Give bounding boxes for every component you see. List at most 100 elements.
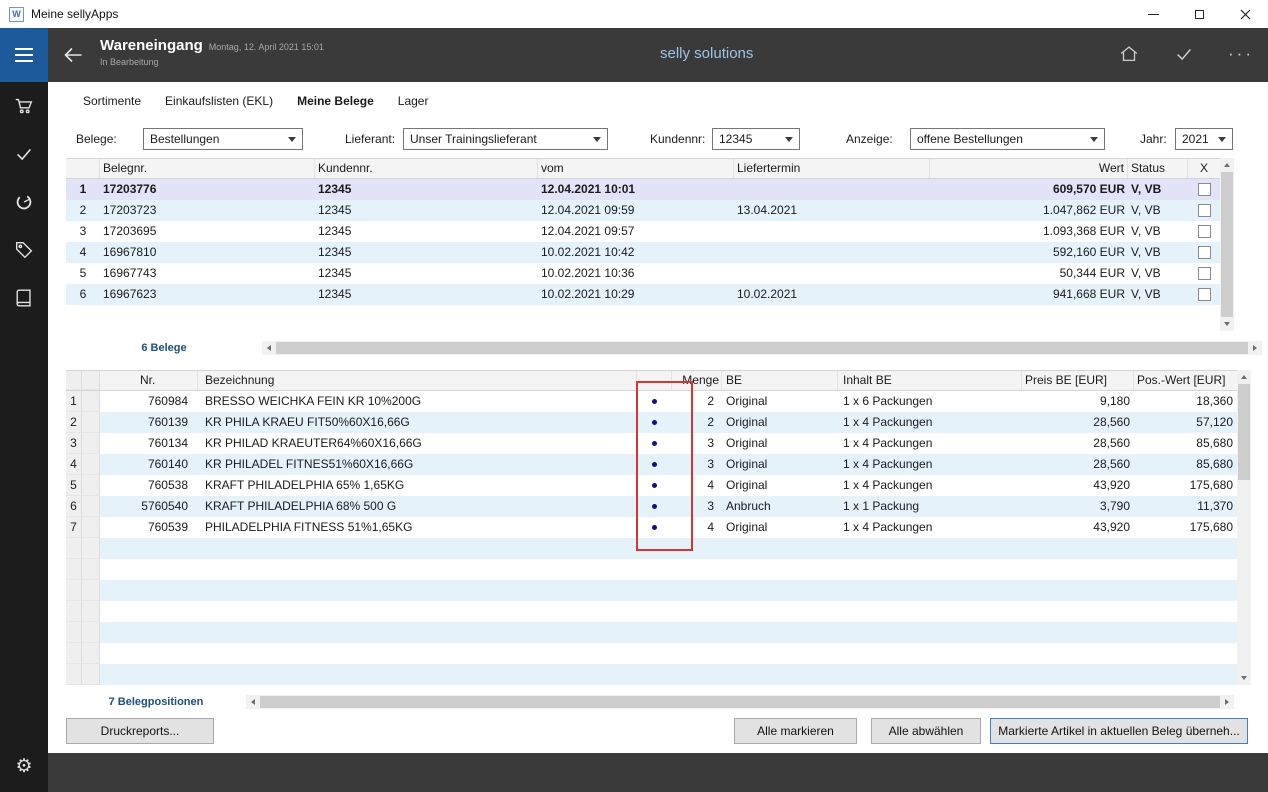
druckreports-button[interactable]: Druckreports... bbox=[66, 718, 214, 744]
pos-wert-cell bbox=[1134, 622, 1237, 643]
column-header-x[interactable]: X bbox=[1188, 159, 1220, 178]
row-checkbox[interactable] bbox=[1198, 246, 1211, 259]
pos-wert-cell: 18,360 bbox=[1134, 391, 1237, 412]
menge-cell: 2 bbox=[672, 412, 722, 433]
column-header-menge[interactable]: Menge bbox=[672, 371, 722, 390]
dot-cell bbox=[637, 475, 672, 496]
pie-chart-icon bbox=[13, 191, 35, 213]
scroll-right-button[interactable] bbox=[1248, 341, 1262, 355]
position-row[interactable]: 3760134KR PHILAD KRAEUTER64%60X16,66G3Or… bbox=[66, 433, 1237, 454]
sidebar-item-prices[interactable] bbox=[0, 226, 48, 274]
sidebar-item-cart[interactable] bbox=[0, 82, 48, 130]
scrollbar-thumb[interactable] bbox=[1221, 172, 1233, 317]
position-row[interactable]: 4760140KR PHILADEL FITNES51%60X16,66G3Or… bbox=[66, 454, 1237, 475]
sidebar-item-settings[interactable]: ⚙ bbox=[0, 742, 48, 790]
anzeige-value: offene Bestellungen bbox=[917, 132, 1023, 146]
gear-icon: ⚙ bbox=[15, 755, 32, 778]
column-header-wert[interactable]: Wert bbox=[930, 159, 1128, 178]
positions-table: Nr. Bezeichnung Menge BE Inhalt BE Preis… bbox=[66, 370, 1251, 685]
marker-cell bbox=[82, 643, 100, 664]
order-row[interactable]: 2172037231234512.04.2021 09:5913.04.2021… bbox=[66, 200, 1220, 221]
jahr-dropdown[interactable]: 2021 bbox=[1175, 128, 1233, 150]
orders-horizontal-scrollbar[interactable] bbox=[262, 341, 1262, 355]
column-header-pos-wert[interactable]: Pos.-Wert [EUR] bbox=[1134, 371, 1237, 390]
order-row[interactable]: 1172037761234512.04.2021 10:01609,570 EU… bbox=[66, 179, 1220, 200]
tab-sortimente[interactable]: Sortimente bbox=[83, 94, 141, 108]
menu-button[interactable] bbox=[0, 28, 48, 82]
minimize-icon bbox=[1148, 14, 1159, 15]
column-header-liefertermin[interactable]: Liefertermin bbox=[734, 159, 930, 178]
column-header-status[interactable]: Status bbox=[1128, 159, 1188, 178]
order-row[interactable]: 5169677431234510.02.2021 10:3650,344 EUR… bbox=[66, 263, 1220, 284]
position-row[interactable]: 5760538KRAFT PHILADELPHIA 65% 1,65KG4Ori… bbox=[66, 475, 1237, 496]
dot-cell bbox=[637, 559, 672, 580]
row-number: 4 bbox=[66, 454, 82, 475]
scrollbar-thumb[interactable] bbox=[1238, 384, 1250, 480]
alle-markieren-button[interactable]: Alle markieren bbox=[734, 718, 857, 744]
kundennr-dropdown[interactable]: 12345 bbox=[712, 128, 800, 150]
position-row[interactable]: 7760539PHILADELPHIA FITNESS 51%1,65KG4Or… bbox=[66, 517, 1237, 538]
be-cell bbox=[722, 664, 838, 685]
back-button[interactable] bbox=[61, 43, 85, 67]
column-header-be[interactable]: BE bbox=[722, 371, 838, 390]
more-button[interactable]: ··· bbox=[1228, 48, 1254, 62]
scroll-down-button[interactable] bbox=[1237, 671, 1251, 685]
order-row[interactable]: 4169678101234510.02.2021 10:42592,160 EU… bbox=[66, 242, 1220, 263]
column-header-preis-be[interactable]: Preis BE [EUR] bbox=[1022, 371, 1134, 390]
bezeichnung-cell: KRAFT PHILADELPHIA 65% 1,65KG bbox=[198, 475, 637, 496]
tab-lager[interactable]: Lager bbox=[398, 94, 429, 108]
scroll-up-button[interactable] bbox=[1220, 158, 1234, 172]
content-area: Sortimente Einkaufslisten (EKL) Meine Be… bbox=[48, 82, 1268, 753]
liefertermin-cell: 13.04.2021 bbox=[734, 200, 930, 221]
position-row[interactable]: 65760540KRAFT PHILADELPHIA 68% 500 G3Anb… bbox=[66, 496, 1237, 517]
status-dot bbox=[652, 441, 657, 446]
sidebar-item-reports[interactable] bbox=[0, 178, 48, 226]
row-checkbox[interactable] bbox=[1198, 267, 1211, 280]
titlebar: W Meine sellyApps bbox=[0, 0, 1268, 28]
column-header-vom[interactable]: vom bbox=[538, 159, 734, 178]
confirm-button[interactable] bbox=[1173, 43, 1195, 68]
anzeige-dropdown[interactable]: offene Bestellungen bbox=[910, 128, 1105, 150]
scrollbar-thumb[interactable] bbox=[276, 342, 1248, 354]
column-header-belegnr[interactable]: Belegnr. bbox=[100, 159, 315, 178]
scroll-up-button[interactable] bbox=[1237, 370, 1251, 384]
close-button[interactable] bbox=[1222, 0, 1268, 28]
app-window: W Meine sellyApps ⚙ bbox=[0, 0, 1268, 792]
orders-vertical-scrollbar[interactable] bbox=[1220, 158, 1234, 331]
positions-vertical-scrollbar[interactable] bbox=[1237, 370, 1251, 685]
scroll-right-button[interactable] bbox=[1220, 695, 1234, 709]
home-button[interactable] bbox=[1118, 43, 1140, 68]
orders-table-body: 1172037761234512.04.2021 10:01609,570 EU… bbox=[66, 179, 1220, 305]
order-row[interactable]: 3172036951234512.04.2021 09:571.093,368 … bbox=[66, 221, 1220, 242]
positions-horizontal-scrollbar[interactable] bbox=[246, 695, 1234, 709]
lieferant-dropdown[interactable]: Unser Trainingslieferant bbox=[403, 128, 608, 150]
order-row[interactable]: 6169676231234510.02.2021 10:2910.02.2021… bbox=[66, 284, 1220, 305]
row-checkbox[interactable] bbox=[1198, 183, 1211, 196]
scroll-left-button[interactable] bbox=[246, 695, 260, 709]
sidebar-item-catalog[interactable] bbox=[0, 274, 48, 322]
position-row[interactable]: 2760139KR PHILA KRAEU FIT50%60X16,66G2Or… bbox=[66, 412, 1237, 433]
dot-cell bbox=[637, 433, 672, 454]
belege-dropdown[interactable]: Bestellungen bbox=[143, 128, 303, 150]
window-title: Meine sellyApps bbox=[31, 7, 118, 21]
sidebar-item-tasks[interactable] bbox=[0, 130, 48, 178]
scrollbar-thumb[interactable] bbox=[260, 696, 1220, 708]
column-header-kundennr[interactable]: Kundennr. bbox=[315, 159, 538, 178]
row-checkbox[interactable] bbox=[1198, 288, 1211, 301]
kundennr-cell: 12345 bbox=[315, 263, 538, 284]
scroll-down-button[interactable] bbox=[1220, 317, 1234, 331]
position-row[interactable]: 1760984BRESSO WEICHKA FEIN KR 10%200G2Or… bbox=[66, 391, 1237, 412]
row-checkbox[interactable] bbox=[1198, 225, 1211, 238]
column-header-nr[interactable]: Nr. bbox=[100, 371, 198, 390]
scroll-left-button[interactable] bbox=[262, 341, 276, 355]
tab-meine-belege[interactable]: Meine Belege bbox=[297, 94, 374, 108]
be-cell: Original bbox=[722, 391, 838, 412]
minimize-button[interactable] bbox=[1130, 0, 1176, 28]
maximize-button[interactable] bbox=[1176, 0, 1222, 28]
uebernehmen-button[interactable]: Markierte Artikel in aktuellen Beleg übe… bbox=[990, 718, 1248, 744]
row-checkbox[interactable] bbox=[1198, 204, 1211, 217]
alle-abwaehlen-button[interactable]: Alle abwählen bbox=[871, 718, 981, 744]
tab-einkaufslisten[interactable]: Einkaufslisten (EKL) bbox=[165, 94, 273, 108]
column-header-inhalt-be[interactable]: Inhalt BE bbox=[838, 371, 1022, 390]
column-header-bezeichnung[interactable]: Bezeichnung bbox=[198, 371, 637, 390]
